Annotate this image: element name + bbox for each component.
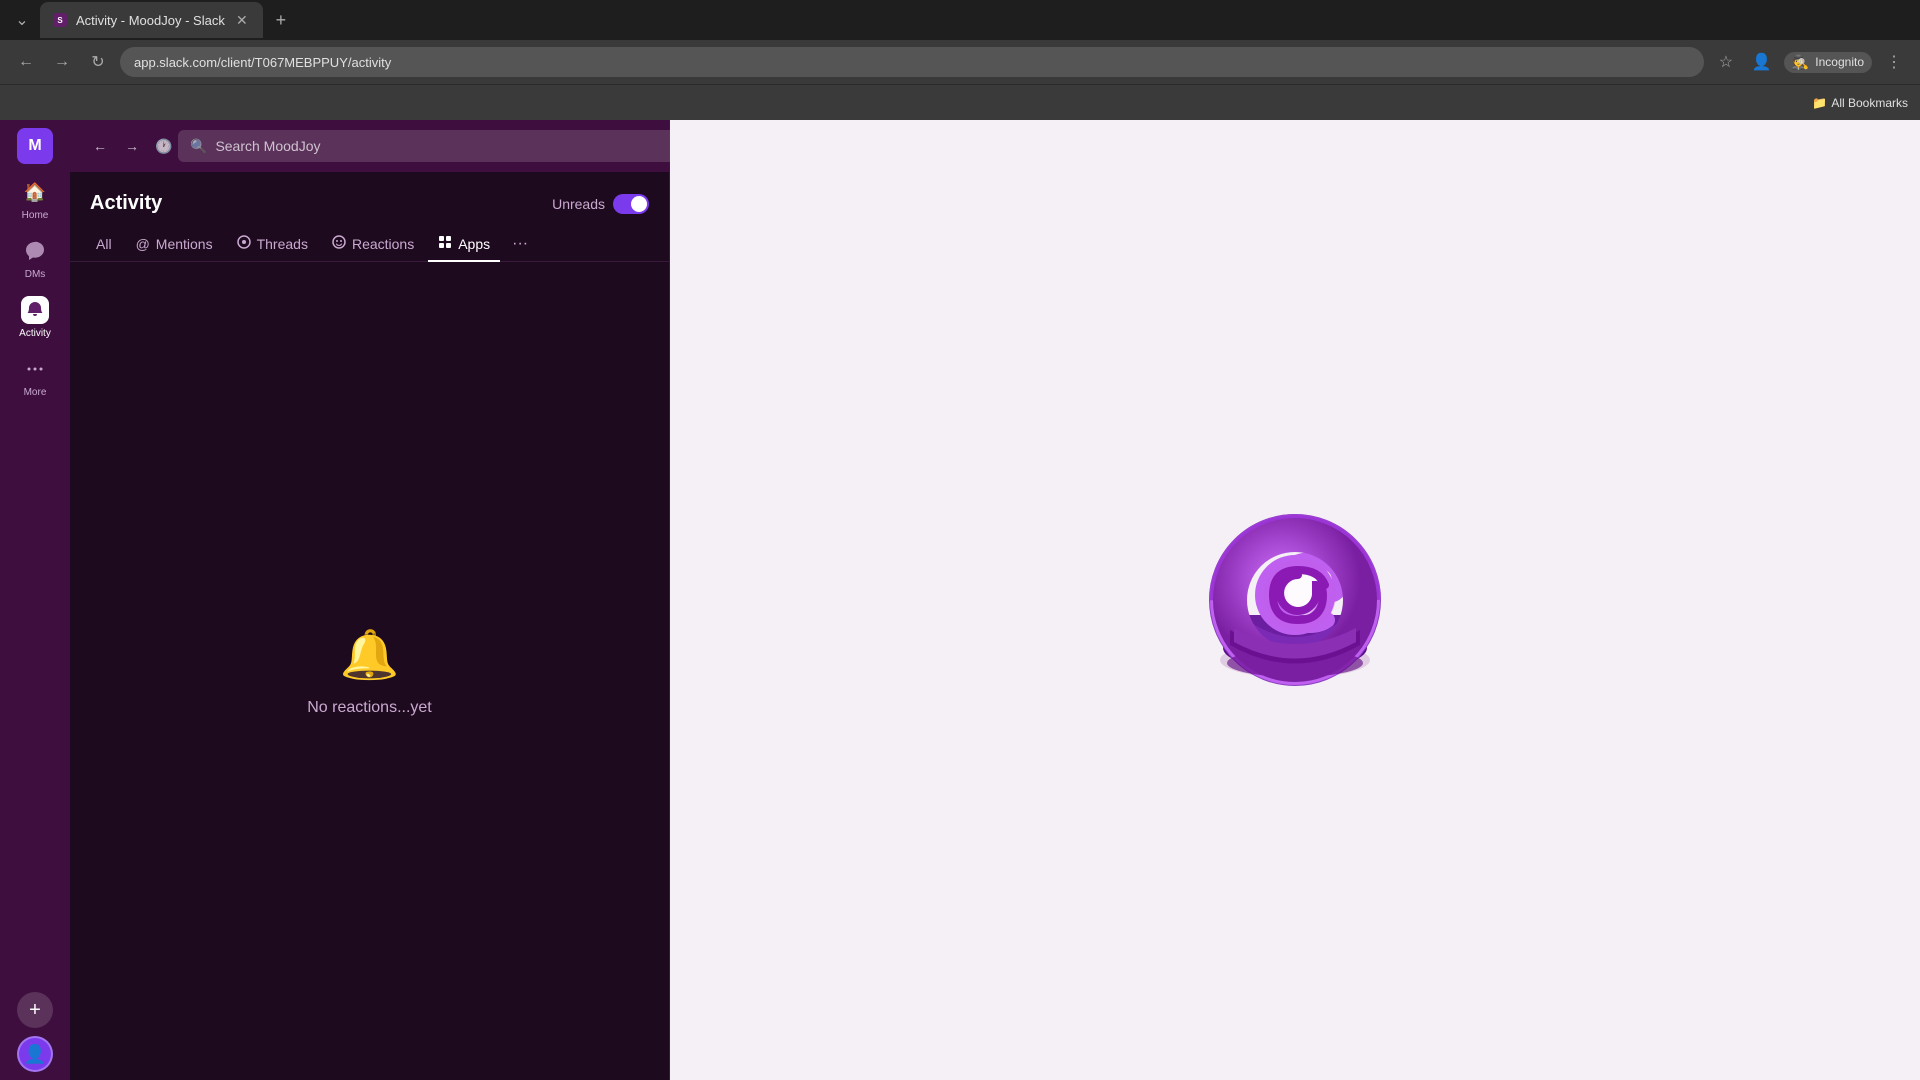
tab-dropdown[interactable]: ⌄: [8, 6, 36, 34]
bookmarks-bar: 📁 All Bookmarks: [0, 84, 1920, 120]
no-reactions-text: No reactions...yet: [307, 699, 432, 717]
home-icon: 🏠: [21, 178, 49, 206]
browser-actions: ☆ 👤 🕵 Incognito ⋮: [1712, 48, 1908, 76]
bookmarks-icon: 📁: [1812, 96, 1827, 110]
slack-topbar: ← → 🕐 🔍 Search MoodJoy ?: [70, 120, 669, 172]
toggle-knob: [631, 196, 647, 212]
sidebar-dms-label: DMs: [25, 269, 46, 280]
activity-title: Activity: [90, 192, 162, 215]
profile-button[interactable]: 👤: [1748, 48, 1776, 76]
topbar-nav: ← → 🕐: [86, 132, 178, 160]
forward-button[interactable]: →: [48, 48, 76, 76]
tab-mentions-label: Mentions: [156, 236, 213, 252]
activity-panel: ← → 🕐 🔍 Search MoodJoy ? Activity Unread…: [70, 120, 670, 1080]
activity-icon: [21, 296, 49, 324]
main-panel: ← → 🕐 🔍 Search MoodJoy ? Activity Unread…: [70, 120, 1920, 1080]
sidebar-item-more[interactable]: More: [7, 349, 63, 404]
mentions-icon: @: [136, 236, 150, 252]
tab-apps-label: Apps: [458, 236, 490, 252]
bookmarks-label: All Bookmarks: [1831, 96, 1908, 110]
slack-app: M 🏠 Home DMs Activity: [0, 120, 1920, 1080]
tab-favicon: S: [52, 12, 68, 28]
menu-button[interactable]: ⋮: [1880, 48, 1908, 76]
add-workspace-button[interactable]: +: [17, 992, 53, 1028]
activity-content: 🔔 No reactions...yet: [70, 262, 669, 1080]
all-bookmarks-link[interactable]: 📁 All Bookmarks: [1812, 96, 1908, 110]
tab-more-button[interactable]: ···: [504, 227, 536, 261]
sidebar-item-activity[interactable]: Activity: [7, 290, 63, 345]
dms-icon: [21, 237, 49, 265]
back-button[interactable]: ←: [12, 48, 40, 76]
tab-all[interactable]: All: [86, 228, 122, 262]
right-panel: [670, 120, 1920, 1080]
nav-back-button[interactable]: ←: [86, 132, 114, 160]
activity-header: Activity Unreads: [70, 172, 669, 215]
tab-reactions[interactable]: Reactions: [322, 227, 424, 262]
bookmark-button[interactable]: ☆: [1712, 48, 1740, 76]
slack-favicon: S: [53, 13, 67, 27]
unreads-switch[interactable]: [613, 194, 649, 214]
browser-tabs: ⌄ S Activity - MoodJoy - Slack ✕ +: [0, 0, 1920, 40]
sidebar-home-label: Home: [22, 210, 49, 221]
moodjoy-logo-svg: [1195, 500, 1395, 700]
sidebar-item-home[interactable]: 🏠 Home: [7, 172, 63, 227]
incognito-badge[interactable]: 🕵 Incognito: [1784, 52, 1872, 73]
user-avatar[interactable]: 👤: [17, 1036, 53, 1072]
sidebar-activity-label: Activity: [19, 328, 51, 339]
nav-forward-button[interactable]: →: [118, 132, 146, 160]
threads-icon: [237, 235, 251, 252]
incognito-icon: 🕵: [1792, 54, 1809, 71]
browser-chrome: ⌄ S Activity - MoodJoy - Slack ✕ + ← → ↻…: [0, 0, 1920, 120]
refresh-button[interactable]: ↻: [84, 48, 112, 76]
sidebar: M 🏠 Home DMs Activity: [0, 120, 70, 1080]
tab-close-button[interactable]: ✕: [233, 11, 251, 29]
search-icon: 🔍: [190, 138, 207, 155]
unreads-label: Unreads: [552, 196, 605, 212]
sidebar-more-label: More: [24, 387, 47, 398]
sidebar-item-dms[interactable]: DMs: [7, 231, 63, 286]
workspace-avatar[interactable]: M: [17, 128, 53, 164]
more-icon: [21, 355, 49, 383]
tab-threads[interactable]: Threads: [227, 227, 318, 262]
nav-history-button[interactable]: 🕐: [150, 132, 178, 160]
unreads-toggle[interactable]: Unreads: [552, 194, 649, 214]
tab-apps[interactable]: Apps: [428, 227, 500, 262]
incognito-label: Incognito: [1815, 55, 1864, 69]
new-tab-button[interactable]: +: [267, 6, 295, 34]
moodjoy-logo: [1185, 490, 1405, 710]
browser-toolbar: ← → ↻ app.slack.com/client/T067MEBPPUY/a…: [0, 40, 1920, 84]
tab-all-label: All: [96, 236, 112, 252]
tab-reactions-label: Reactions: [352, 236, 414, 252]
search-placeholder: Search MoodJoy: [215, 138, 320, 154]
tab-threads-label: Threads: [257, 236, 308, 252]
browser-tab-active[interactable]: S Activity - MoodJoy - Slack ✕: [40, 2, 263, 38]
no-reactions-icon: 🔔: [340, 626, 400, 683]
apps-icon: [438, 235, 452, 252]
activity-tabs: All @ Mentions Threads: [70, 215, 669, 262]
address-bar[interactable]: app.slack.com/client/T067MEBPPUY/activit…: [120, 47, 1704, 77]
url-text: app.slack.com/client/T067MEBPPUY/activit…: [134, 55, 391, 70]
tab-mentions[interactable]: @ Mentions: [126, 228, 223, 262]
tab-title: Activity - MoodJoy - Slack: [76, 13, 225, 28]
reactions-icon: [332, 235, 346, 252]
